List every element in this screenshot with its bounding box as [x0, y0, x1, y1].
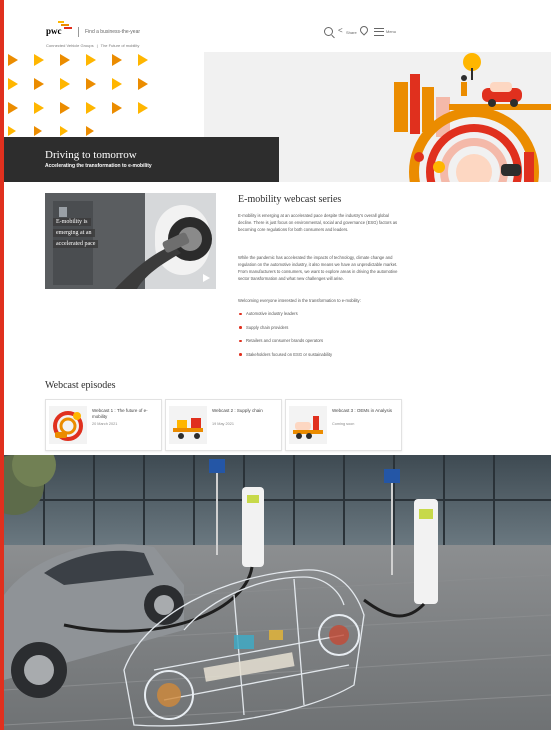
breadcrumb-item[interactable]: The Future of mobility — [101, 43, 140, 48]
search-icon[interactable] — [324, 27, 333, 36]
list-item: Stakeholders focused on ESG or sustainab… — [238, 351, 332, 365]
episode-title[interactable]: Webcast 1 : The future of e-mobility — [92, 408, 156, 420]
ev-charging-photo — [4, 455, 551, 730]
breadcrumb-separator: | — [96, 43, 98, 48]
site-name[interactable]: Find a business-the-year — [85, 29, 140, 35]
list-item: Supply chain providers — [238, 324, 332, 338]
episodes-heading: Webcast episodes — [45, 380, 116, 391]
breadcrumb: Connected Vehicle Groups | The Future of m… — [46, 43, 139, 48]
episode-card-1[interactable]: Webcast 1 : The future of e-mobility 20 … — [45, 399, 162, 451]
intro-paragraph: Welcoming everyone interested in the tra… — [238, 298, 361, 303]
episode-card-2[interactable]: Webcast 2 : Supply chain 19 May 2021 — [165, 399, 282, 451]
menu-icon[interactable] — [374, 28, 384, 36]
episode-card-3[interactable]: Webcast 3 : OEMs in Analysis Coming soon — [285, 399, 402, 451]
episode-title[interactable]: Webcast 2 : Supply chain — [212, 408, 276, 414]
audience-list: Automotive industry leaders Supply chain… — [238, 310, 332, 364]
list-item: Automotive industry leaders — [238, 310, 332, 324]
hero-title: Driving to tomorrow — [45, 149, 137, 161]
pwc-logo[interactable]: pwc — [46, 21, 72, 38]
logo-divider — [78, 27, 79, 37]
hero-subtitle: Accelerating the transformation to e-mob… — [45, 163, 152, 169]
charging-scene-illustration — [4, 455, 551, 730]
location-icon[interactable] — [358, 24, 370, 36]
breadcrumb-item[interactable]: Connected Vehicle Groups — [46, 43, 94, 48]
episode-date: 19 May 2021 — [212, 422, 234, 426]
intro-paragraph: While the pandemic has accelerated the i… — [238, 255, 398, 281]
intro-video[interactable]: E-mobility is emerging at an accelerated… — [45, 193, 216, 289]
share-icon[interactable]: < — [338, 27, 343, 35]
video-caption: E-mobility is emerging at an accelerated… — [53, 217, 123, 250]
share-label[interactable]: Share — [346, 30, 357, 35]
menu-label[interactable]: Menu — [386, 29, 396, 34]
episode-date: 20 March 2021 — [92, 422, 118, 426]
list-item: Retailers and consumer brands operators — [238, 337, 332, 351]
logo-marks-icon — [58, 21, 72, 29]
episode-date: Coming soon — [332, 422, 355, 426]
play-icon[interactable] — [203, 274, 210, 282]
episode-thumbnail — [49, 406, 87, 444]
episode-thumbnail — [289, 406, 327, 444]
episode-thumbnail — [169, 406, 207, 444]
intro-paragraph: E-mobility is emerging at an accelerated… — [238, 213, 398, 232]
episode-title[interactable]: Webcast 3 : OEMs in Analysis — [332, 408, 396, 414]
section-title: E-mobility webcast series — [238, 194, 342, 205]
